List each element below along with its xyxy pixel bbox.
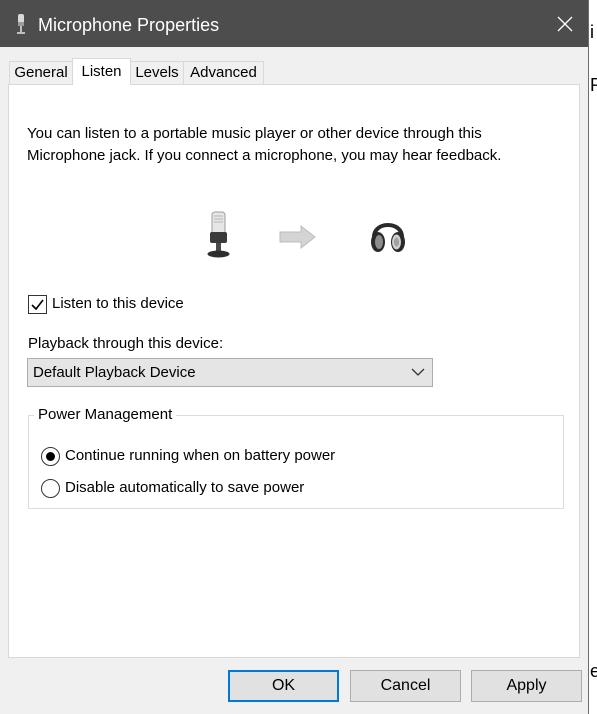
cancel-button[interactable]: Cancel: [350, 670, 461, 702]
radio-disable-automatically-label: Disable automatically to save power: [65, 479, 305, 496]
radio-continue-running[interactable]: [41, 446, 60, 466]
listen-tab-page: You can listen to a portable music playe…: [8, 84, 580, 658]
description-text: You can listen to a portable music playe…: [27, 123, 557, 167]
power-management-legend: Power Management: [34, 405, 177, 425]
background-window: [589, 0, 597, 714]
background-text: e: [590, 661, 597, 681]
listen-checkbox-label: Listen to this device: [52, 295, 184, 312]
microphone-icon: [17, 14, 25, 34]
background-text: i: [590, 22, 594, 42]
radio-selected-dot: [46, 451, 55, 461]
apply-button[interactable]: Apply: [471, 670, 582, 702]
tab-listen[interactable]: Listen: [72, 58, 131, 85]
radio-continue-running-label: Continue running when on battery power: [65, 447, 336, 464]
background-text: R: [590, 75, 597, 95]
radio-disable-automatically-row[interactable]: Disable automatically to save power: [41, 477, 304, 499]
playback-label: Playback through this device:: [28, 335, 224, 352]
chevron-down-icon: [411, 368, 425, 376]
close-icon: [557, 16, 573, 31]
right-arrow-icon: [279, 225, 316, 249]
radio-disable-automatically[interactable]: [41, 478, 60, 498]
description-line: You can listen to a portable music playe…: [27, 125, 482, 142]
headphones-icon: [371, 223, 405, 252]
description-line: Microphone jack. If you connect a microp…: [27, 147, 502, 164]
listen-checkbox-row[interactable]: Listen to this device: [28, 293, 184, 315]
title-bar[interactable]: Microphone Properties: [0, 0, 588, 47]
playback-device-select[interactable]: Default Playback Device: [27, 358, 433, 387]
ok-button[interactable]: OK: [228, 670, 339, 702]
playback-device-value: Default Playback Device: [33, 364, 196, 381]
power-management-group: Power Management Continue running when o…: [28, 405, 564, 509]
close-button[interactable]: [542, 0, 588, 47]
microphone-icon: [207, 211, 230, 258]
radio-continue-running-row[interactable]: Continue running when on battery power: [41, 445, 335, 467]
window-title: Microphone Properties: [38, 15, 220, 35]
checkmark-icon: [31, 299, 44, 310]
tab-advanced[interactable]: Advanced: [183, 61, 264, 84]
microphone-properties-dialog: Microphone Properties General Listen Lev…: [0, 0, 589, 714]
tab-levels[interactable]: Levels: [130, 61, 184, 84]
listen-checkbox[interactable]: [28, 294, 47, 314]
tab-general[interactable]: General: [9, 61, 73, 84]
